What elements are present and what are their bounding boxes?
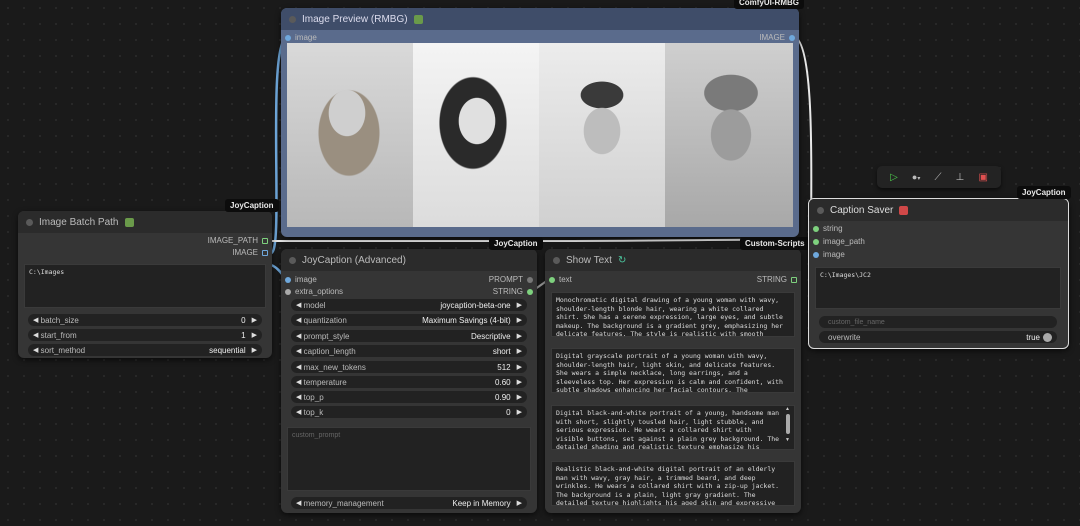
portrait-image-4 — [665, 43, 793, 227]
input-image-path[interactable]: image_path — [813, 237, 865, 246]
input-image[interactable]: image — [285, 33, 317, 42]
node-title: Image Preview (RMBG) — [302, 13, 408, 25]
input-text[interactable]: text — [549, 275, 572, 284]
caption-text-2[interactable]: Digital grayscale portrait of a young wo… — [551, 348, 795, 393]
quantization-widget[interactable]: ◀ quantization Maximum Savings (4-bit) ▶ — [291, 314, 527, 326]
portrait-image-2 — [413, 43, 539, 227]
custom-file-name-widget[interactable]: custom_file_name — [819, 316, 1057, 328]
image-emoji-icon — [413, 14, 423, 24]
memory-management-widget[interactable]: ◀ memory_management Keep in Memory ▶ — [291, 497, 527, 509]
max-new-tokens-widget[interactable]: ◀ max_new_tokens 512 ▶ — [291, 361, 527, 373]
tag-custom-scripts: Custom-Scripts — [740, 237, 810, 250]
save-emoji-icon — [899, 205, 909, 215]
node-title: JoyCaption (Advanced) — [302, 254, 406, 266]
node-status-dot — [289, 15, 296, 23]
top-k-widget[interactable]: ◀ top_k 0 ▶ — [291, 406, 527, 418]
sort-method-widget[interactable]: ◀ sort_method sequential ▶ — [28, 344, 262, 356]
joycaption-advanced-node[interactable]: JoyCaption (Advanced) image extra_option… — [281, 249, 537, 513]
top-p-widget[interactable]: ◀ top_p 0.90 ▶ — [291, 391, 527, 403]
caption-text-1[interactable]: Monochromatic digital drawing of a young… — [551, 292, 795, 337]
node-title: Caption Saver — [830, 204, 894, 216]
output-image[interactable]: IMAGE — [232, 248, 268, 257]
node-status-dot — [553, 256, 560, 264]
node-title: Show Text — [566, 254, 612, 266]
portrait-image-3 — [539, 43, 665, 227]
start-from-widget[interactable]: ◀ start_from 1 ▶ — [28, 329, 262, 341]
node-status-dot — [289, 256, 296, 264]
delete-icon[interactable]: ▣ — [978, 172, 987, 183]
output-string[interactable]: STRING — [493, 287, 533, 296]
caption-text-3-scrollbar[interactable]: ▲ ▼ — [785, 407, 791, 447]
node-toolbar: ▷ ●▾ ⟋ ⊥ ▣ — [877, 166, 1001, 188]
color-picker-icon[interactable]: ●▾ — [912, 172, 920, 182]
prompt-style-widget[interactable]: ◀ prompt_style Descriptive ▶ — [291, 330, 527, 342]
image-batch-path-node[interactable]: Image Batch Path IMAGE_PATH IMAGE C:\Ima… — [18, 211, 272, 358]
model-widget[interactable]: ◀ model joycaption-beta-one ▶ — [291, 299, 527, 311]
node-status-dot — [817, 206, 824, 214]
input-image[interactable]: image — [813, 250, 845, 259]
input-image[interactable]: image — [285, 275, 317, 284]
temperature-widget[interactable]: ◀ temperature 0.60 ▶ — [291, 376, 527, 388]
caption-length-widget[interactable]: ◀ caption_length short ▶ — [291, 345, 527, 357]
caption-text-3[interactable]: Digital black-and-white portrait of a yo… — [551, 405, 795, 450]
overwrite-toggle[interactable]: overwrite true — [819, 331, 1057, 343]
path-textbox[interactable]: C:\Images — [24, 264, 266, 308]
output-image-path[interactable]: IMAGE_PATH — [208, 236, 268, 245]
show-text-node[interactable]: Show Text ↻ text STRING Monochromatic di… — [545, 249, 801, 513]
node-status-dot — [26, 218, 33, 226]
preview-images — [287, 43, 793, 227]
batch-size-widget[interactable]: ◀ batch_size 0 ▶ — [28, 314, 262, 326]
pin-icon[interactable]: ⊥ — [956, 172, 965, 183]
output-string[interactable]: STRING — [757, 275, 797, 284]
custom-prompt-textbox[interactable]: custom_prompt — [287, 427, 531, 491]
caption-saver-node[interactable]: Caption Saver string image_path image C:… — [808, 198, 1069, 349]
image-preview-node[interactable]: Image Preview (RMBG) image IMAGE — [281, 8, 799, 237]
save-path-textbox[interactable]: C:\Images\JC2 — [815, 267, 1061, 309]
input-extra-options[interactable]: extra_options — [285, 287, 343, 296]
tag-joycaption-mid: JoyCaption — [489, 237, 543, 250]
refresh-icon: ↻ — [617, 254, 627, 266]
output-image[interactable]: IMAGE — [759, 33, 795, 42]
bypass-icon[interactable]: ⟋ — [934, 172, 941, 183]
node-title: Image Batch Path — [39, 216, 119, 228]
tag-joycaption-saver: JoyCaption — [1017, 186, 1071, 199]
output-prompt[interactable]: PROMPT — [489, 275, 533, 284]
tag-comfyui-rmbg: ComfyUI-RMBG — [734, 0, 804, 9]
tag-joycaption-batch: JoyCaption — [225, 199, 279, 212]
caption-text-4[interactable]: Realistic black-and-white digital portra… — [551, 461, 795, 506]
image-emoji-icon — [124, 217, 134, 227]
play-icon[interactable]: ▷ — [890, 172, 898, 183]
input-string[interactable]: string — [813, 224, 843, 233]
portrait-image-1 — [287, 43, 413, 227]
